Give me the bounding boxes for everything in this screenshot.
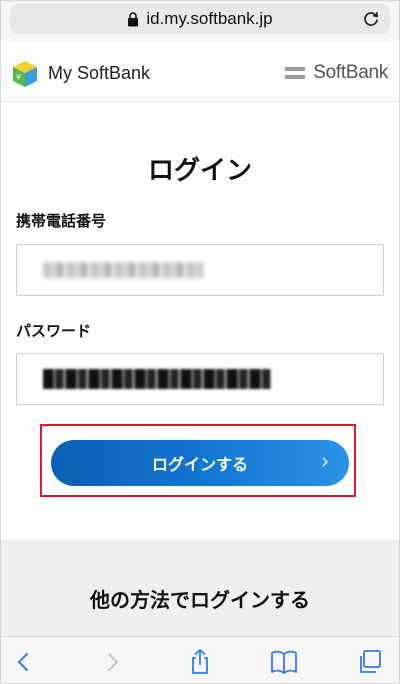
site-header: ¥ My SoftBank SoftBank [0,46,400,102]
back-icon[interactable] [10,649,38,675]
my-softbank-logo-icon[interactable]: ¥ [10,59,40,89]
forward-icon[interactable] [98,649,126,675]
password-value-masked [43,369,271,389]
softbank-bars-icon [285,67,306,79]
login-button[interactable]: ログインする [51,440,349,486]
phone-input[interactable] [16,244,384,296]
phone-value-redacted [43,262,203,278]
phone-label: 携帯電話番号 [16,212,107,230]
browser-toolbar [0,636,400,684]
url-field[interactable]: id.my.softbank.jp [10,4,390,34]
password-label: パスワード [16,322,92,340]
app-name: My SoftBank [48,63,151,83]
lock-icon [128,11,139,26]
brand-name: SoftBank [313,62,388,83]
password-input[interactable] [16,353,384,405]
share-icon[interactable] [186,649,214,675]
alternative-login-section: 他の方法でログインする [0,540,400,636]
login-button-label: ログインする [151,457,248,474]
softbank-logo: SoftBank [285,62,388,84]
tabs-icon[interactable] [356,649,384,675]
chevron-right-icon [322,457,328,467]
page-title: ログイン [147,156,252,186]
bookmarks-icon[interactable] [270,649,298,675]
alternative-login-title: 他の方法でログインする [90,588,310,612]
url-text: id.my.softbank.jp [146,9,273,28]
browser-address-bar: id.my.softbank.jp [0,0,400,42]
svg-text:¥: ¥ [16,73,21,82]
reload-icon[interactable] [362,10,380,28]
